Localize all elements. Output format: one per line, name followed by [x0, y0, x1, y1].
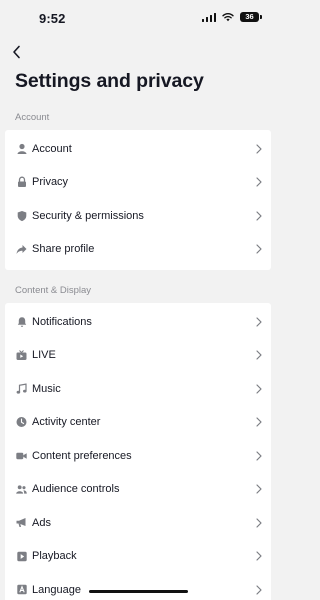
language-a-icon [16, 584, 27, 595]
page-title: Settings and privacy [15, 70, 204, 92]
settings-item-ads[interactable]: Ads [5, 506, 271, 540]
live-tv-icon [16, 350, 27, 361]
chevron-right-icon [256, 384, 262, 394]
megaphone-icon [16, 517, 27, 528]
status-bar: 9:52 36 [0, 0, 277, 36]
settings-item-live[interactable]: LIVE [5, 339, 271, 373]
settings-item-label: Content preferences [32, 449, 132, 462]
status-icons: 36 [201, 12, 262, 22]
settings-item-label: Share profile [32, 243, 95, 256]
settings-item-share-profile[interactable]: Share profile [5, 233, 271, 267]
settings-item-activity-center[interactable]: Activity center [5, 406, 271, 440]
chevron-right-icon [256, 244, 262, 254]
chevron-right-icon [256, 144, 262, 154]
bell-icon [16, 316, 27, 327]
cellular-signal-icon [201, 12, 216, 22]
settings-item-label: Playback [32, 550, 77, 563]
shield-icon [16, 210, 27, 221]
settings-item-notifications[interactable]: Notifications [5, 305, 271, 339]
chevron-right-icon [256, 211, 262, 221]
settings-item-label: Ads [32, 516, 51, 529]
settings-item-account[interactable]: Account [5, 132, 271, 166]
settings-item-language[interactable]: Language [5, 573, 271, 600]
settings-item-label: Audience controls [32, 483, 120, 496]
settings-item-label: Language [32, 583, 81, 596]
settings-item-label: Privacy [32, 176, 69, 189]
settings-item-label: Notifications [32, 315, 92, 328]
settings-item-label: Account [32, 142, 72, 155]
battery-icon: 36 [240, 12, 262, 22]
chevron-right-icon [256, 350, 262, 360]
settings-item-playback[interactable]: Playback [5, 540, 271, 574]
chevron-right-icon [256, 484, 262, 494]
settings-item-music[interactable]: Music [5, 372, 271, 406]
chevron-right-icon [256, 551, 262, 561]
settings-item-audience-controls[interactable]: Audience controls [5, 473, 271, 507]
lock-icon [16, 176, 27, 188]
status-time: 9:52 [39, 11, 66, 26]
share-arrow-icon [16, 244, 27, 255]
settings-item-content-preferences[interactable]: Content preferences [5, 439, 271, 473]
settings-item-label: Activity center [32, 416, 101, 429]
chevron-right-icon [256, 585, 262, 595]
settings-item-security-permissions[interactable]: Security & permissions [5, 199, 271, 233]
music-note-icon [16, 383, 27, 394]
settings-item-label: LIVE [32, 349, 56, 362]
section-label-content-display: Content & Display [15, 285, 92, 296]
settings-screen: 9:52 36 Settings and privacy Account Acc… [0, 0, 277, 600]
video-camera-icon [16, 450, 27, 461]
chevron-right-icon [256, 317, 262, 327]
settings-item-label: Security & permissions [32, 209, 144, 222]
chevron-right-icon [256, 451, 262, 461]
home-indicator[interactable] [89, 590, 188, 593]
section-label-account: Account [15, 112, 50, 123]
clock-icon [16, 417, 27, 428]
back-button[interactable] [6, 41, 26, 63]
people-icon [16, 484, 27, 495]
content-display-section-card: Notifications LIVE Music Activity center [5, 303, 271, 600]
settings-item-privacy[interactable]: Privacy [5, 166, 271, 200]
wifi-icon [222, 13, 234, 22]
chevron-left-icon [12, 45, 20, 59]
play-icon [16, 551, 27, 562]
person-icon [16, 143, 27, 154]
account-section-card: Account Privacy Security & permissions S… [5, 130, 271, 270]
settings-item-label: Music [32, 382, 61, 395]
chevron-right-icon [256, 177, 262, 187]
chevron-right-icon [256, 518, 262, 528]
chevron-right-icon [256, 417, 262, 427]
